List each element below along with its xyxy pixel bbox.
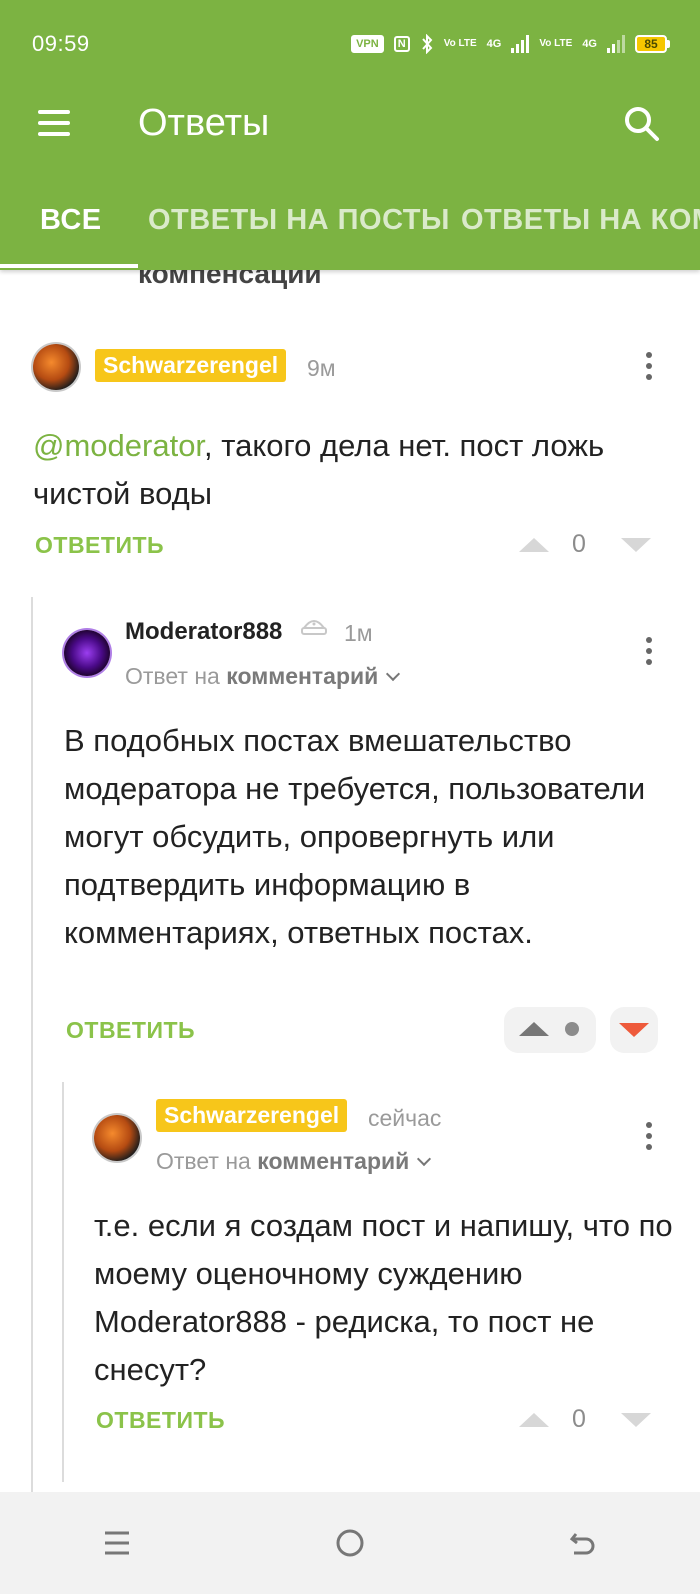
thread-line [62, 1082, 64, 1482]
author-name[interactable]: Schwarzerengel [95, 349, 287, 382]
avatar[interactable] [33, 344, 79, 390]
user-mention-link[interactable]: @moderator [33, 428, 204, 463]
vote-score: 0 [572, 1405, 586, 1433]
search-icon[interactable] [624, 106, 660, 142]
downvote-control [619, 1023, 649, 1037]
reply-button[interactable]: ОТВЕТИТЬ [96, 1407, 225, 1434]
toolbar: Ответы [0, 92, 700, 160]
replies-feed[interactable]: компенсации Schwarzerengel 9м @moderator… [0, 270, 700, 1492]
upvote-icon[interactable] [519, 537, 549, 552]
avatar[interactable] [64, 630, 110, 676]
active-tab-indicator [0, 264, 138, 268]
vote-controls: 0 [519, 530, 651, 559]
reply-to-link[interactable]: Ответ на комментарий [156, 1148, 432, 1175]
hamburger-icon[interactable] [38, 110, 72, 138]
battery-icon: 85 [635, 35, 670, 53]
comment-body: В подобных постах вмешательство модерато… [64, 723, 646, 950]
author-name[interactable]: Moderator888 [125, 618, 282, 646]
comment-text: @moderator, такого дела нет. пост ложь ч… [33, 422, 653, 518]
battery-level: 85 [635, 35, 667, 53]
vote-score: 0 [572, 530, 586, 558]
nfc-icon: N [393, 36, 410, 52]
tab-all[interactable]: ВСЕ [40, 204, 102, 237]
volte-icon-1: Vo LTE [443, 38, 477, 49]
status-time: 09:59 [32, 31, 90, 56]
more-options-icon[interactable] [642, 352, 656, 388]
tab-post-replies[interactable]: ОТВЕТЫ НА ПОСТЫ [148, 204, 450, 237]
comment-time: 9м [307, 355, 336, 381]
signal-icon-1 [511, 35, 530, 53]
system-nav-bar [0, 1492, 700, 1594]
moderator-badge-icon [301, 620, 327, 635]
tab-comment-replies[interactable]: ОТВЕТЫ НА КОММЕНТАРИИ [461, 204, 700, 237]
bluetooth-icon [421, 34, 433, 54]
author-name[interactable]: Schwarzerengel [156, 1099, 348, 1132]
nav-menu-icon[interactable] [87, 1513, 147, 1573]
status-bar: 09:59 VPN N Vo LTE 4G Vo LTE 4G 85 [32, 28, 670, 60]
comment-time: 1м [344, 620, 373, 646]
avatar[interactable] [94, 1115, 140, 1161]
volte-icon-2: Vo LTE [539, 38, 573, 49]
upvote-icon[interactable] [519, 1412, 549, 1427]
chevron-down-icon [417, 1151, 432, 1167]
comment-time: сейчас [368, 1105, 442, 1131]
status-icons: VPN N Vo LTE 4G Vo LTE 4G 85 [351, 34, 670, 54]
downvote-icon[interactable] [621, 1412, 651, 1427]
page-title: Ответы [138, 102, 270, 144]
signal-icon-2 [607, 35, 625, 53]
app-header: 09:59 VPN N Vo LTE 4G Vo LTE 4G 85 Ответ… [0, 0, 700, 270]
more-options-icon[interactable] [642, 1122, 656, 1158]
reply-button[interactable]: ОТВЕТИТЬ [66, 1017, 195, 1044]
comment-body: т.е. если я создам пост и напишу, что по… [94, 1208, 673, 1387]
vote-controls: 0 [519, 1405, 651, 1434]
reply-to-link[interactable]: Ответ на комментарий [125, 663, 401, 690]
tab-bar: ВСЕ ОТВЕТЫ НА ПОСТЫ ОТВЕТЫ НА КОММЕНТАРИ… [0, 190, 700, 270]
more-options-icon[interactable] [642, 637, 656, 673]
network-type-2: 4G [582, 38, 597, 50]
vote-controls [519, 1022, 579, 1036]
nav-home-icon[interactable] [320, 1513, 380, 1573]
partial-post-title: компенсации [138, 270, 322, 289]
downvote-icon[interactable] [619, 1023, 649, 1037]
upvote-icon[interactable] [519, 1022, 549, 1036]
vpn-icon: VPN [351, 35, 384, 53]
vote-hidden-dot [565, 1022, 579, 1036]
downvote-icon[interactable] [621, 537, 651, 552]
network-type-1: 4G [486, 38, 502, 50]
thread-line [31, 597, 33, 1492]
chevron-down-icon [386, 666, 401, 682]
reply-button[interactable]: ОТВЕТИТЬ [35, 532, 164, 559]
nav-back-icon[interactable] [553, 1513, 613, 1573]
